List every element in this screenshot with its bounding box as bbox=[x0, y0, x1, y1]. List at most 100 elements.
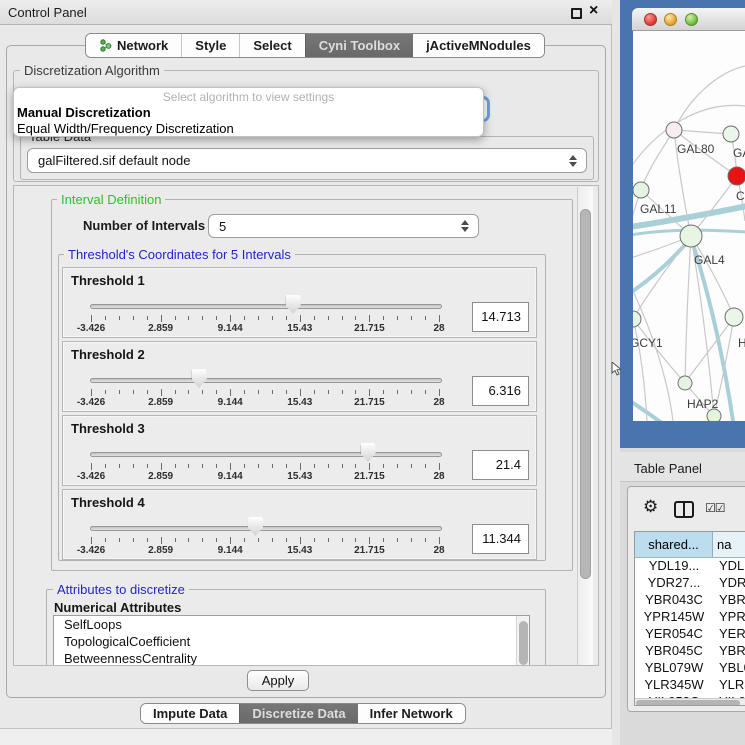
cell-name[interactable]: YLR3 bbox=[713, 677, 745, 694]
scrollbar-thumb[interactable] bbox=[519, 621, 528, 665]
slider-tick bbox=[258, 464, 259, 468]
algorithm-menu-item[interactable]: Equal Width/Frequency Discretization bbox=[17, 121, 234, 137]
minimize-traffic-light-icon[interactable] bbox=[664, 13, 677, 26]
threshold-value-field[interactable]: 11.344 bbox=[472, 524, 529, 554]
panel-title: Control Panel bbox=[8, 5, 87, 20]
slider-tick bbox=[188, 538, 189, 542]
table-data-combobox[interactable]: galFiltered.sif default node bbox=[27, 148, 587, 173]
tab-jactivemnodules[interactable]: jActiveMNodules bbox=[413, 34, 544, 57]
slider-track[interactable] bbox=[90, 378, 442, 383]
threshold-label: Threshold 2 bbox=[71, 347, 145, 362]
cell-shared-name[interactable]: YBR043C bbox=[635, 592, 713, 609]
close-icon[interactable]: × bbox=[589, 2, 598, 20]
attributes-list-scrollbar[interactable] bbox=[516, 616, 529, 665]
table-row[interactable]: YBL079WYBL0 bbox=[635, 660, 745, 677]
apply-button[interactable]: Apply bbox=[247, 670, 309, 691]
table-row[interactable]: YBR045CYBR0 bbox=[635, 643, 745, 660]
numerical-attributes-list[interactable]: SelfLoopsTopologicalCoefficientBetweenne… bbox=[53, 615, 530, 666]
threshold-label: Threshold 4 bbox=[71, 495, 145, 510]
combo-spinner-icon[interactable] bbox=[461, 220, 469, 232]
select-columns-icon[interactable]: ☑☑ bbox=[705, 501, 725, 515]
right-lower-area: Table Panel ⚙ ☑☑ shared... na YDL19...YD… bbox=[620, 448, 745, 745]
table-row[interactable]: YLR345WYLR3 bbox=[635, 677, 745, 694]
table-row[interactable]: YER054CYER0 bbox=[635, 626, 745, 643]
table-row[interactable]: YPR145WYPR1 bbox=[635, 609, 745, 626]
number-of-intervals-label: Number of Intervals bbox=[83, 218, 205, 233]
slider-tick bbox=[105, 390, 106, 394]
slider-handle[interactable] bbox=[192, 369, 207, 388]
slider-tick bbox=[300, 537, 301, 544]
cell-name[interactable]: YBL0 bbox=[713, 660, 745, 677]
gear-icon[interactable]: ⚙ bbox=[643, 497, 658, 517]
slider-track[interactable] bbox=[90, 452, 442, 457]
node-right[interactable] bbox=[725, 308, 743, 326]
node-gal80[interactable] bbox=[666, 122, 682, 138]
network-view-canvas[interactable]: GAL80GACGAL11GAL4GCY1HHAP2 bbox=[633, 31, 745, 421]
tab-label: jActiveMNodules bbox=[426, 38, 531, 53]
algorithm-menu-item[interactable]: Manual Discretization bbox=[17, 105, 151, 121]
cell-shared-name[interactable]: YDR27... bbox=[635, 575, 713, 592]
threshold-value-field[interactable]: 6.316 bbox=[472, 376, 529, 406]
node-topright[interactable] bbox=[723, 126, 739, 142]
attribute-list-item[interactable]: BetweennessCentrality bbox=[54, 650, 529, 666]
slider-handle[interactable] bbox=[286, 295, 301, 314]
threshold-value-field[interactable]: 21.4 bbox=[472, 450, 529, 480]
cell-name[interactable]: YDR2 bbox=[713, 575, 745, 592]
slider-tick-label: 21.715 bbox=[354, 323, 385, 334]
cell-name[interactable]: YPR1 bbox=[713, 609, 745, 626]
cell-name[interactable]: YDL1 bbox=[713, 558, 745, 575]
zoom-traffic-light-icon[interactable] bbox=[685, 13, 698, 26]
threshold-label: Threshold 3 bbox=[71, 421, 145, 436]
table-panel-titlebar: Table Panel bbox=[620, 452, 745, 482]
table-row[interactable]: YBR043CYBR0 bbox=[635, 592, 745, 609]
tab-style[interactable]: Style bbox=[181, 34, 239, 57]
column-header-shared-name[interactable]: shared... bbox=[635, 532, 713, 557]
tab-discretize-data[interactable]: Discretize Data bbox=[239, 704, 357, 723]
cell-shared-name[interactable]: YDL19... bbox=[635, 558, 713, 575]
column-header-name[interactable]: na bbox=[713, 532, 745, 557]
settings-panel-scrollbar[interactable] bbox=[577, 187, 593, 666]
slider-tick bbox=[439, 537, 440, 544]
cell-name[interactable]: YER0 bbox=[713, 626, 745, 643]
table-row[interactable]: YDL19...YDL1 bbox=[635, 558, 745, 575]
threshold-value-field[interactable]: 14.713 bbox=[472, 302, 529, 332]
threshold-panel-4: Threshold 4-3.4262.8599.14415.4321.71528… bbox=[62, 489, 537, 560]
scrollbar-thumb[interactable] bbox=[580, 209, 591, 579]
cell-name[interactable]: YBR0 bbox=[713, 643, 745, 660]
cell-name[interactable]: YBR0 bbox=[713, 592, 745, 609]
node-gal4[interactable] bbox=[680, 225, 702, 247]
tab-network[interactable]: Network bbox=[86, 34, 181, 57]
node-gal11[interactable] bbox=[633, 182, 649, 198]
cell-shared-name[interactable]: YER054C bbox=[635, 626, 713, 643]
node-hap2[interactable] bbox=[678, 376, 692, 390]
table-horizontal-scrollbar[interactable] bbox=[635, 698, 745, 706]
slider-handle[interactable] bbox=[361, 443, 376, 462]
close-traffic-light-icon[interactable] bbox=[644, 13, 657, 26]
slider-tick bbox=[105, 464, 106, 468]
attribute-list-item[interactable]: SelfLoops bbox=[54, 616, 529, 633]
tab-infer-network[interactable]: Infer Network bbox=[358, 704, 465, 723]
threshold-panel-3: Threshold 3-3.4262.8599.14415.4321.71528… bbox=[62, 415, 537, 486]
combo-spinner-icon[interactable] bbox=[569, 155, 577, 167]
slider-tick bbox=[328, 390, 329, 394]
split-table-icon[interactable] bbox=[674, 501, 694, 518]
slider-track[interactable] bbox=[90, 526, 442, 531]
slider-track[interactable] bbox=[90, 304, 442, 309]
tab-select[interactable]: Select bbox=[239, 34, 304, 57]
cell-shared-name[interactable]: YBR045C bbox=[635, 643, 713, 660]
slider-tick bbox=[369, 537, 370, 544]
node-red[interactable] bbox=[728, 167, 745, 185]
cell-shared-name[interactable]: YPR145W bbox=[635, 609, 713, 626]
cell-shared-name[interactable]: YLR345W bbox=[635, 677, 713, 694]
tab-impute-data[interactable]: Impute Data bbox=[141, 704, 239, 723]
number-of-intervals-combobox[interactable]: 5 bbox=[208, 214, 479, 238]
node-attribute-table[interactable]: shared... na YDL19...YDL1YDR27...YDR2YBR… bbox=[634, 531, 745, 706]
network-window-titlebar[interactable] bbox=[632, 8, 745, 31]
cell-shared-name[interactable]: YBL079W bbox=[635, 660, 713, 677]
slider-handle[interactable] bbox=[248, 517, 263, 536]
float-window-icon[interactable] bbox=[571, 8, 582, 19]
node-gcy1[interactable] bbox=[633, 311, 641, 327]
attribute-list-item[interactable]: TopologicalCoefficient bbox=[54, 633, 529, 650]
tab-cyni-toolbox[interactable]: Cyni Toolbox bbox=[305, 34, 413, 57]
table-row[interactable]: YDR27...YDR2 bbox=[635, 575, 745, 592]
